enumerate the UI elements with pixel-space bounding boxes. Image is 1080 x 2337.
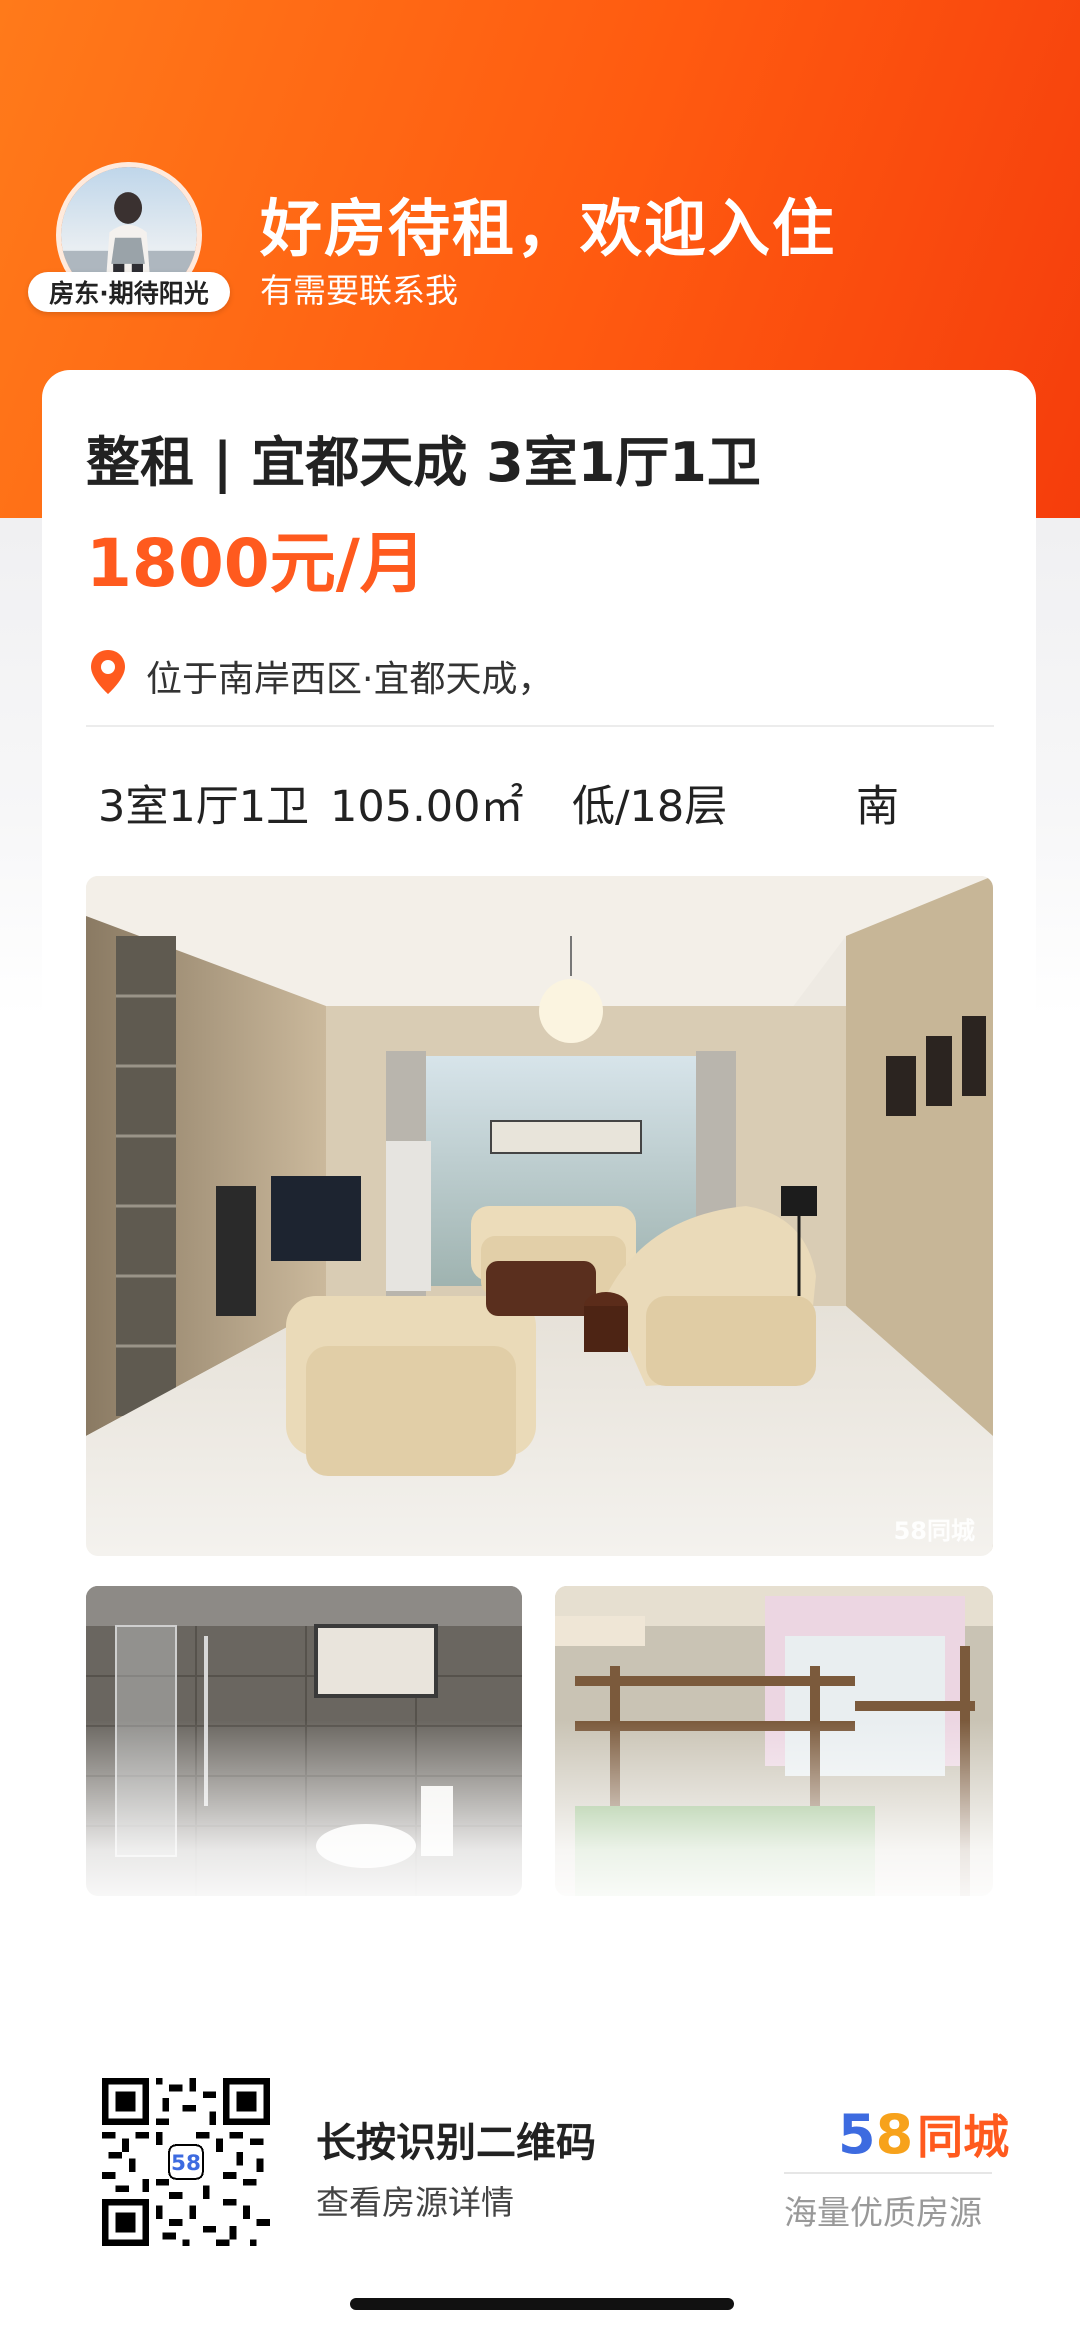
brand-divider	[784, 2172, 992, 2174]
qr-title: 长按识别二维码	[316, 2120, 596, 2166]
svg-text:58: 58	[171, 2151, 201, 2176]
listing-price: 1800元/月	[86, 525, 426, 602]
spec-area: 105.00㎡	[330, 782, 524, 832]
header-subtitle: 有需要联系我	[260, 271, 458, 310]
brand-logo-digit-5: 5	[838, 2102, 876, 2166]
header-title: 好房待租，欢迎入住	[260, 192, 837, 265]
photo-watermark: 58同城	[893, 1517, 975, 1545]
brand-logo: 5 8 同城	[838, 2102, 1010, 2166]
brand-logo-name: 同城	[917, 2110, 1010, 2164]
location-pin-icon	[91, 650, 125, 694]
home-indicator[interactable]	[350, 2298, 734, 2310]
listing-location: 位于南岸西区·宜都天成，	[146, 659, 554, 700]
spec-orientation: 南	[856, 782, 899, 832]
spec-floor: 低/18层	[572, 782, 728, 832]
living-room-photo[interactable]: 58同城	[86, 876, 993, 1556]
qr-code-icon[interactable]: 58	[100, 2078, 272, 2246]
divider	[86, 725, 994, 727]
photo-fade-overlay	[60, 1720, 1020, 1920]
listing-title: 整租 | 宜都天成 3室1厅1卫	[86, 431, 761, 494]
brand-logo-digit-8: 8	[875, 2102, 914, 2166]
host-name-badge: 房东·期待阳光	[28, 272, 230, 312]
spec-layout: 3室1厅1卫	[98, 782, 310, 832]
brand-slogan: 海量优质房源	[784, 2193, 982, 2232]
qr-subtitle: 查看房源详情	[316, 2183, 514, 2222]
